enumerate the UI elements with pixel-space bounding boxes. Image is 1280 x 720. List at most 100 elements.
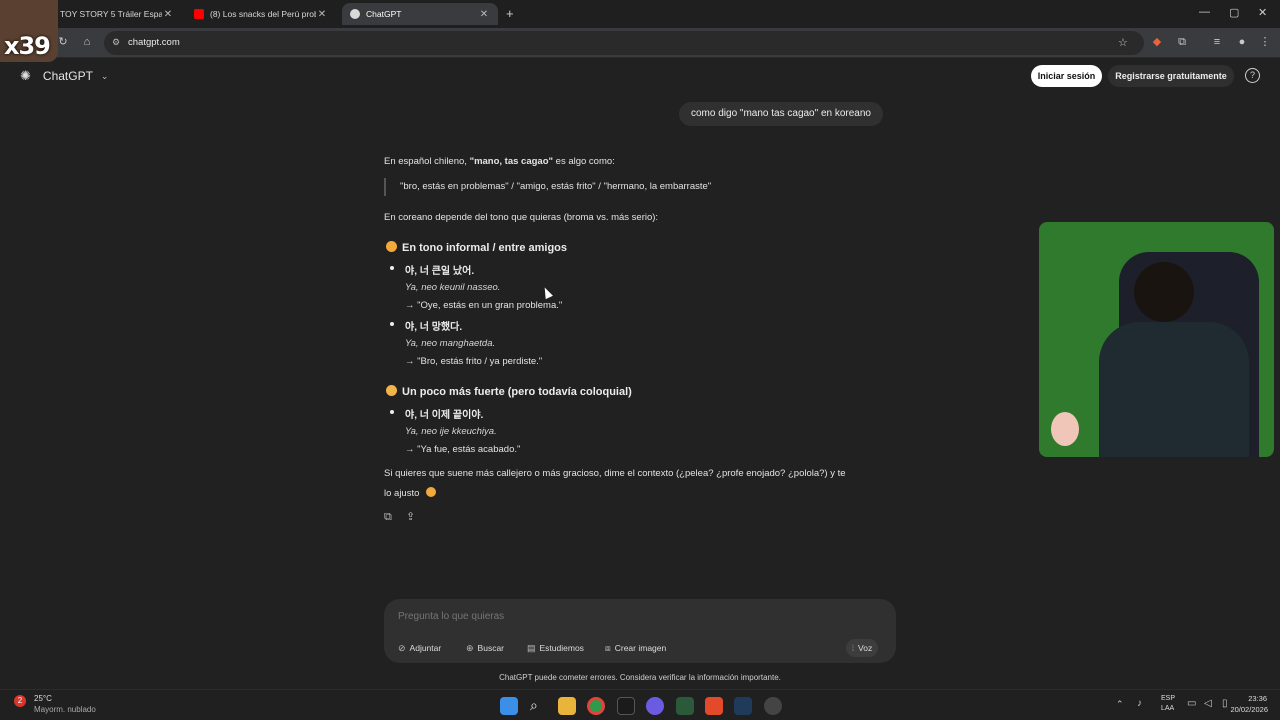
- brave-icon[interactable]: [705, 697, 723, 715]
- clock-date[interactable]: 20/02/2026: [1226, 705, 1268, 714]
- image-icon: ⧈: [605, 642, 611, 653]
- network-icon[interactable]: ▭: [1187, 698, 1196, 709]
- composer: ⊘ Adjuntar ⊕ Buscar ▤ Estudiemos ⧈ Crear…: [384, 599, 896, 663]
- bullet-icon: [390, 322, 394, 326]
- search-button[interactable]: ⊕ Buscar: [460, 639, 510, 657]
- app-icon[interactable]: [676, 697, 694, 715]
- paperclip-icon: ⊘: [398, 642, 406, 653]
- waveform-icon: ⦙: [852, 642, 855, 653]
- chevron-up-icon[interactable]: ⌃: [1116, 699, 1124, 710]
- start-icon[interactable]: [500, 697, 518, 715]
- profile-avatar-icon[interactable]: ●: [1235, 35, 1249, 49]
- address-bar[interactable]: ⚙ chatgpt.com ☆: [104, 31, 1144, 55]
- brand-label: ChatGPT: [42, 69, 93, 83]
- share-icon[interactable]: ⇪: [406, 510, 415, 523]
- context-paragraph: En coreano depende del tono que quieras …: [384, 212, 659, 223]
- discord-icon[interactable]: [646, 697, 664, 715]
- weather-desc[interactable]: Mayorm. nublado: [34, 705, 96, 714]
- windows-taskbar: 2 25°C Mayorm. nublado ⌕ ⌃ ♪ ESP LAA ▭ ◁…: [0, 689, 1280, 720]
- korean-phrase: 야, 너 이제 끝이야.: [405, 410, 484, 421]
- create-image-button[interactable]: ⧈ Crear imagen: [599, 639, 672, 657]
- tab-los-snacks[interactable]: (8) Los snacks del Perú probado ✕: [186, 3, 336, 25]
- study-label: Estudiemos: [539, 643, 584, 653]
- image-label: Crear imagen: [614, 643, 667, 653]
- extension-fox-icon[interactable]: ◆: [1150, 35, 1164, 49]
- romanization: Ya, neo keunil nasseo.: [405, 282, 501, 293]
- closing-text: lo ajusto: [384, 488, 420, 499]
- tab-label: ChatGPT: [366, 9, 402, 19]
- url-text: chatgpt.com: [128, 37, 180, 48]
- attach-label: Adjuntar: [409, 643, 442, 653]
- terminal-icon[interactable]: [617, 697, 635, 715]
- microphone-icon[interactable]: ♪: [1137, 698, 1142, 709]
- youtube-icon: [194, 9, 204, 19]
- new-tab-icon[interactable]: +: [506, 6, 514, 21]
- voice-button[interactable]: ⦙ Voz: [846, 639, 879, 657]
- close-icon[interactable]: ✕: [162, 9, 174, 20]
- closing-line-2: lo ajusto: [384, 487, 441, 499]
- browser-menu-icon[interactable]: ⋮: [1258, 35, 1272, 49]
- closing-line-1: Si quieres que suene más callejero o más…: [384, 468, 846, 479]
- login-button[interactable]: Iniciar sesión: [1031, 65, 1102, 87]
- model-selector[interactable]: ✺ ChatGPT ⌄: [20, 68, 108, 84]
- reload-icon[interactable]: ↻: [56, 35, 70, 49]
- chatgpt-favicon-icon: [350, 9, 360, 19]
- steam-icon[interactable]: [734, 697, 752, 715]
- counter-overlay: x39: [4, 32, 51, 60]
- grimacing-emoji-icon: [386, 385, 397, 396]
- file-explorer-icon[interactable]: [558, 697, 576, 715]
- browser-tab-strip: TOY STORY 5 Tráiler Español ✕ (8) Los sn…: [0, 0, 1280, 28]
- weather-badge: 2: [14, 695, 26, 707]
- openai-logo-icon: ✺: [20, 68, 31, 83]
- maximize-icon[interactable]: ▢: [1229, 6, 1239, 19]
- person-head: [1134, 262, 1194, 322]
- media-control-icon[interactable]: ≡: [1210, 35, 1224, 49]
- window-close-icon[interactable]: ✕: [1258, 6, 1267, 19]
- bullet-icon: [390, 266, 394, 270]
- extensions-puzzle-icon[interactable]: ⧉: [1175, 35, 1189, 49]
- home-icon[interactable]: ⌂: [80, 35, 94, 49]
- translation: → "Bro, estás frito / ya perdiste.": [405, 356, 543, 367]
- obs-icon[interactable]: [764, 697, 782, 715]
- bookmark-star-icon[interactable]: ☆: [1118, 36, 1128, 49]
- bullet-icon: [390, 410, 394, 414]
- copy-icon[interactable]: ⧉: [384, 511, 392, 524]
- help-icon[interactable]: ?: [1245, 68, 1260, 83]
- minimize-icon[interactable]: —: [1199, 6, 1210, 18]
- search-icon[interactable]: ⌕: [530, 697, 538, 714]
- intro-bold: "mano, tas cagao": [469, 156, 554, 167]
- study-button[interactable]: ▤ Estudiemos: [521, 639, 590, 657]
- disclaimer-text: ChatGPT puede cometer errores. Considera…: [499, 673, 781, 682]
- language-layout[interactable]: LAA: [1161, 705, 1174, 712]
- romanization: Ya, neo ije kkeuchiya.: [405, 426, 497, 437]
- prompt-input[interactable]: [398, 611, 878, 622]
- mouse-cursor-icon: [541, 285, 553, 300]
- volume-icon[interactable]: ◁: [1204, 698, 1212, 709]
- streamer-avatar-overlay: x39: [0, 0, 58, 62]
- translation: → "Ya fue, estás acabado.": [405, 444, 521, 455]
- section-heading-informal: En tono informal / entre amigos: [386, 241, 567, 254]
- site-info-icon[interactable]: ⚙: [112, 37, 120, 48]
- clock-time[interactable]: 23:36: [1247, 694, 1267, 703]
- close-icon[interactable]: ✕: [478, 9, 490, 20]
- weather-temp[interactable]: 25°C: [34, 694, 52, 703]
- sticker-character: [1051, 412, 1079, 446]
- language-code[interactable]: ESP: [1161, 695, 1175, 702]
- translation: → "Oye, estás en un gran problema.": [405, 300, 563, 311]
- book-icon: ▤: [527, 642, 536, 653]
- close-icon[interactable]: ✕: [316, 9, 328, 20]
- voice-label: Voz: [858, 643, 873, 653]
- signup-button[interactable]: Registrarse gratuitamente: [1108, 65, 1234, 87]
- attach-button[interactable]: ⊘ Adjuntar: [392, 639, 447, 657]
- quote-text: "bro, estás en problemas" / "amigo, está…: [400, 181, 712, 192]
- blockquote-bar: [384, 178, 386, 196]
- chrome-icon[interactable]: [587, 697, 605, 715]
- person-body: [1099, 322, 1249, 457]
- intro-paragraph: En español chileno, "mano, tas cagao" es…: [384, 156, 615, 167]
- browser-toolbar: ↻ ⌂ ⚙ chatgpt.com ☆ ◆ ⧉ ≡ ● ⋮: [0, 28, 1280, 58]
- section-title: En tono informal / entre amigos: [402, 242, 568, 254]
- search-label: Buscar: [477, 643, 505, 653]
- tab-chatgpt[interactable]: ChatGPT ✕: [342, 3, 498, 25]
- tab-toy-story[interactable]: TOY STORY 5 Tráiler Español ✕: [52, 3, 182, 25]
- section-heading-stronger: Un poco más fuerte (pero todavía coloqui…: [386, 385, 632, 398]
